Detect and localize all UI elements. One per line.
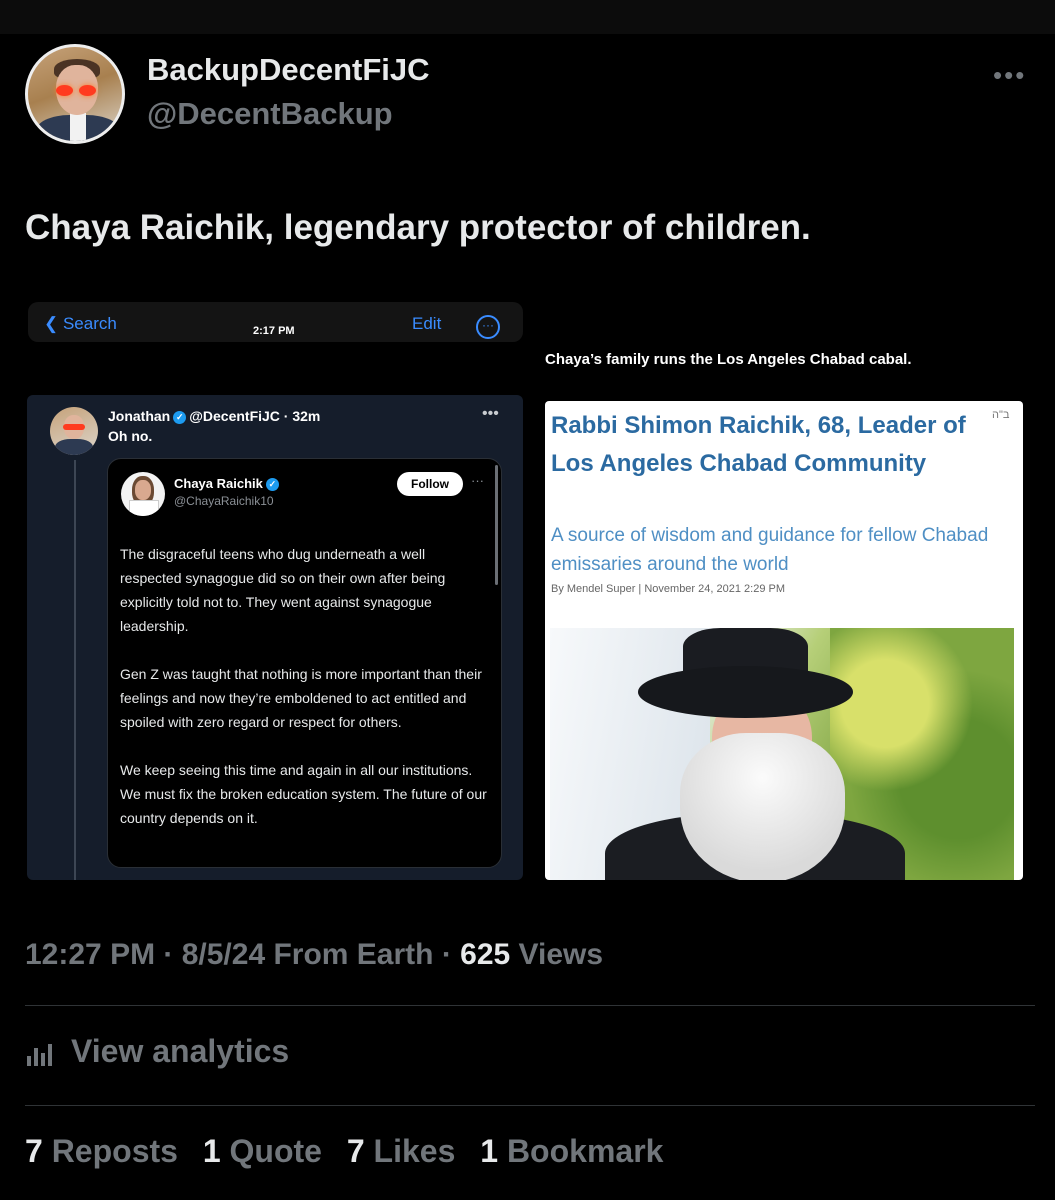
reposts-count: 7 <box>25 1133 43 1169</box>
tweet-meta: 12:27 PM · 8/5/24 From Earth · 625 Views <box>25 938 603 972</box>
media-image-right[interactable]: Chaya’s family runs the Los Angeles Chab… <box>533 292 1035 892</box>
likes-label: Likes <box>373 1133 456 1169</box>
embedded-post: Jonathan ✓ @DecentFiJC · 32m Oh no. ••• Ch… <box>27 395 523 880</box>
article-mark: ב"ה <box>992 409 1010 421</box>
ios-more-icon: ··· <box>476 315 500 339</box>
embedded-more-icon: ••• <box>482 405 499 422</box>
likes-stat[interactable]: 7 Likes <box>347 1133 456 1169</box>
embedded-author: Jonathan <box>108 408 171 424</box>
quoted-paragraph: Gen Z was taught that nothing is more im… <box>120 666 482 730</box>
tweet-text: Chaya Raichik, legendary protector of ch… <box>25 208 811 247</box>
divider <box>25 1005 1035 1006</box>
top-bar <box>0 0 1055 34</box>
quoted-name-line: Chaya Raichik ✓ <box>174 476 282 492</box>
view-analytics-label: View analytics <box>71 1033 290 1069</box>
article-card: Rabbi Shimon Raichik, 68, Leader of Los … <box>545 401 1023 880</box>
quoted-paragraph: The disgraceful teens who dug underneath… <box>120 546 446 634</box>
quotes-stat[interactable]: 1 Quote <box>203 1133 322 1169</box>
views-label: Views <box>510 938 604 971</box>
analytics-icon <box>25 1040 57 1068</box>
tweet-media[interactable]: ❮ Search 2:17 PM Edit ··· Jonathan ✓ @Dece… <box>25 292 1035 892</box>
quoted-avatar <box>121 472 165 516</box>
author-avatar[interactable] <box>25 44 125 144</box>
follow-button: Follow <box>397 472 463 496</box>
author-name[interactable]: BackupDecentFiJC <box>147 52 430 88</box>
ios-navigation-bar: ❮ Search 2:17 PM Edit ··· <box>28 302 523 342</box>
laser-eyes-icon <box>56 85 98 96</box>
more-options-icon[interactable]: ••• <box>993 60 1026 91</box>
quoted-name: Chaya Raichik <box>174 476 263 491</box>
thread-line <box>74 460 76 880</box>
ios-time: 2:17 PM <box>253 325 295 337</box>
reposts-label: Reposts <box>51 1133 178 1169</box>
quoted-body: The disgraceful teens who dug underneath… <box>120 542 490 854</box>
embedded-author-line: Jonathan ✓ @DecentFiJC · 32m <box>108 408 320 424</box>
bookmarks-stat[interactable]: 1 Bookmark <box>480 1133 663 1169</box>
ios-edit: Edit <box>412 314 442 333</box>
bookmarks-label: Bookmark <box>506 1133 664 1169</box>
quoted-more-icon: ··· <box>471 473 484 488</box>
author-handle[interactable]: @DecentBackup <box>147 96 393 132</box>
likes-count: 7 <box>346 1133 365 1169</box>
article-title: Rabbi Shimon Raichik, 68, Leader of Los … <box>551 412 966 477</box>
divider <box>25 1105 1035 1106</box>
ios-back-search: ❮ Search <box>44 314 117 333</box>
embedded-avatar <box>50 407 98 455</box>
scrollbar <box>495 465 498 585</box>
article-subtitle: A source of wisdom and guidance for fell… <box>551 525 989 575</box>
image-caption: Chaya’s family runs the Los Angeles Chab… <box>545 351 912 368</box>
embedded-handle-time: @DecentFiJC · 32m <box>189 408 321 424</box>
quoted-handle: @ChayaRaichik10 <box>174 494 274 508</box>
quotes-count: 1 <box>202 1133 221 1169</box>
article-byline: By Mendel Super | November 24, 2021 2:29… <box>551 583 785 595</box>
bookmarks-count: 1 <box>480 1133 499 1169</box>
quoted-paragraph: We keep seeing this time and again in al… <box>120 762 487 826</box>
timestamp-source: 12:27 PM · 8/5/24 From Earth · <box>25 938 461 971</box>
verified-icon: ✓ <box>265 478 279 492</box>
view-analytics-button[interactable]: View analytics <box>25 1033 289 1070</box>
embedded-text: Oh no. <box>108 428 153 444</box>
quotes-label: Quote <box>229 1133 322 1169</box>
quoted-post: Chaya Raichik ✓ @ChayaRaichik10 Follow ··… <box>107 458 502 868</box>
engagement-stats: 7 Reposts 1 Quote 7 Likes 1 Bookmark <box>25 1133 679 1170</box>
article-photo <box>550 628 1014 880</box>
views-count: 625 <box>460 938 511 971</box>
reposts-stat[interactable]: 7 Reposts <box>25 1133 178 1169</box>
media-image-left[interactable]: ❮ Search 2:17 PM Edit ··· Jonathan ✓ @Dece… <box>25 292 523 880</box>
verified-icon: ✓ <box>173 410 187 424</box>
